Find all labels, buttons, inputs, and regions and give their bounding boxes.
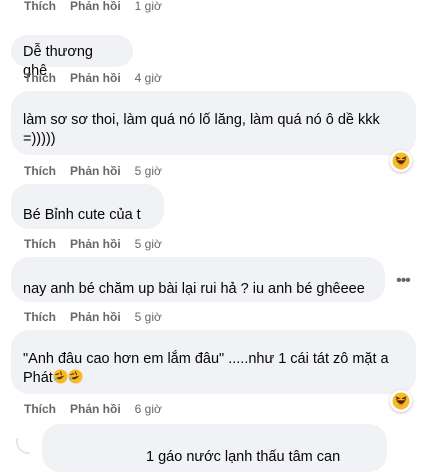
like-button[interactable]: Thích (24, 71, 56, 85)
comment-actions: Thích Phản hồi 5 giờ (24, 164, 162, 178)
comment-bubble: "Anh đâu cao hơn em lắm đâu" .....như 1 … (11, 330, 416, 394)
comment-bubble: Bé Bỉnh cute của t (11, 184, 164, 229)
comment-text: làm sơ sơ thoi, làm quá nó lố lăng, làm … (23, 112, 380, 147)
comment-bubble: làm sơ sơ thoi, làm quá nó lố lăng, làm … (11, 91, 416, 155)
haha-reaction-icon[interactable] (390, 150, 412, 172)
more-options-icon[interactable]: ••• (393, 271, 413, 291)
reply-button[interactable]: Phản hồi (70, 237, 121, 251)
comment-actions: Thích Phản hồi 5 giờ (24, 310, 162, 324)
reply-button[interactable]: Phản hồi (70, 310, 121, 324)
reply-button[interactable]: Phản hồi (70, 402, 121, 416)
comment-timestamp[interactable]: 5 giờ (135, 237, 162, 251)
rofl-emoji-icon (53, 369, 68, 390)
comment-text: nay anh bé chăm up bài lại rui hả ? iu a… (23, 281, 365, 297)
comment-timestamp[interactable]: 5 giờ (135, 164, 162, 178)
like-button[interactable]: Thích (24, 237, 56, 251)
haha-reaction-icon[interactable] (390, 390, 412, 412)
like-button[interactable]: Thích (24, 310, 56, 324)
comment-timestamp[interactable]: 5 giờ (135, 310, 162, 324)
reply-thread-line (16, 438, 30, 454)
reply-button[interactable]: Phản hồi (70, 0, 121, 13)
comment-timestamp[interactable]: 4 giờ (135, 71, 162, 85)
comment-actions: Thích Phản hồi 4 giờ (24, 71, 162, 85)
comment-actions: Thích Phản hồi 1 giờ (24, 0, 162, 13)
reply-button[interactable]: Phản hồi (70, 164, 121, 178)
comment-text: Bé Bỉnh cute của t (23, 207, 141, 223)
comment-bubble: Dễ thương ghê (11, 35, 133, 79)
comment-text: 1 gáo nước lạnh thấu tâm can (146, 449, 341, 465)
comment-timestamp[interactable]: 6 giờ (135, 402, 162, 416)
comment-bubble: nay anh bé chăm up bài lại rui hả ? iu a… (11, 257, 385, 302)
reply-button[interactable]: Phản hồi (70, 71, 121, 85)
comment-timestamp[interactable]: 1 giờ (135, 0, 162, 13)
rofl-emoji-icon (68, 369, 83, 390)
like-button[interactable]: Thích (24, 164, 56, 178)
reply-bubble: 1 gáo nước lạnh thấu tâm can (42, 424, 387, 472)
comment-actions: Thích Phản hồi 6 giờ (24, 402, 162, 416)
comment-actions: Thích Phản hồi 5 giờ (24, 237, 162, 251)
like-button[interactable]: Thích (24, 0, 56, 13)
like-button[interactable]: Thích (24, 402, 56, 416)
